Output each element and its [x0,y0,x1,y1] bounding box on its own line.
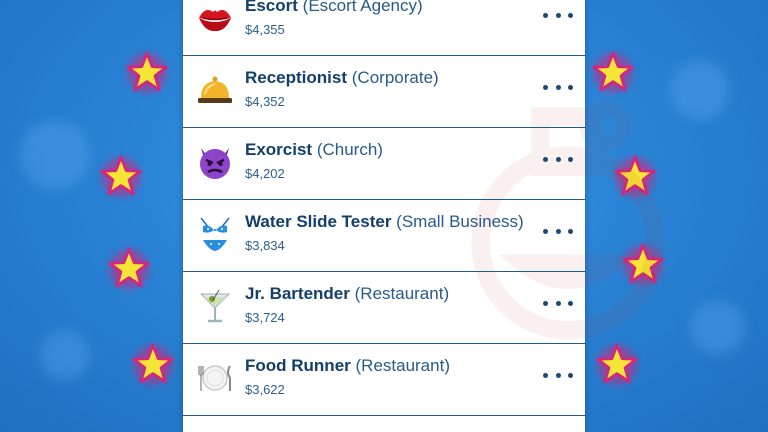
job-title-line: Exorcist (Church) [245,140,383,160]
job-title: Receptionist [245,68,348,87]
job-employer: (Church) [316,140,383,159]
job-row[interactable]: Escort (Escort Agency) $4,355 [183,0,585,56]
job-row[interactable]: Food Runner (Restaurant) $3,622 [183,344,585,416]
job-title: Water Slide Tester [245,212,392,231]
more-options-button[interactable] [543,369,573,381]
job-salary: $4,355 [245,22,285,37]
more-options-button[interactable] [543,153,573,165]
star-icon [124,336,182,394]
job-employer: (Corporate) [351,68,439,87]
job-title: Escort [245,0,298,15]
job-title-line: Escort (Escort Agency) [245,0,423,16]
more-options-button[interactable] [543,81,573,93]
more-options-button[interactable] [543,297,573,309]
job-employer: (Restaurant) [355,356,450,375]
job-title: Food Runner [245,356,351,375]
job-row[interactable]: Receptionist (Corporate) $4,352 [183,56,585,128]
job-title: Exorcist [245,140,313,159]
star-icon [118,44,176,102]
job-employer: (Escort Agency) [302,0,423,15]
service-bell-icon [195,70,235,110]
job-salary: $4,352 [245,94,285,109]
devil-face-icon [195,142,235,182]
job-title-line: Jr. Bartender (Restaurant) [245,284,449,304]
job-list-panel: Escort (Escort Agency) $4,355 Receptioni… [183,0,665,432]
star-icon [92,148,150,206]
plate-cutlery-icon [195,358,235,398]
job-employer: (Small Business) [396,212,524,231]
background-bokeh [20,120,90,190]
kiss-lips-icon [195,0,235,38]
more-options-button[interactable] [543,225,573,237]
job-employer: (Restaurant) [354,284,450,303]
job-salary: $3,834 [245,238,285,253]
job-title-line: Water Slide Tester (Small Business) [245,212,524,232]
job-salary: $3,724 [245,310,285,325]
job-title-line: Food Runner (Restaurant) [245,356,450,376]
job-row[interactable]: Jr. Bartender (Restaurant) $3,724 [183,272,585,344]
background-bokeh [690,300,745,355]
job-title-line: Receptionist (Corporate) [245,68,439,88]
bikini-icon [195,214,235,254]
job-row[interactable]: Water Slide Tester (Small Business) $3,8… [183,200,585,272]
martini-glass-icon [195,286,235,326]
more-options-button[interactable] [543,9,573,21]
job-salary: $3,622 [245,382,285,397]
star-icon [100,240,158,298]
background-bokeh [40,330,90,380]
job-salary: $4,202 [245,166,285,181]
job-row[interactable]: Exorcist (Church) $4,202 [183,128,585,200]
job-title: Jr. Bartender [245,284,350,303]
